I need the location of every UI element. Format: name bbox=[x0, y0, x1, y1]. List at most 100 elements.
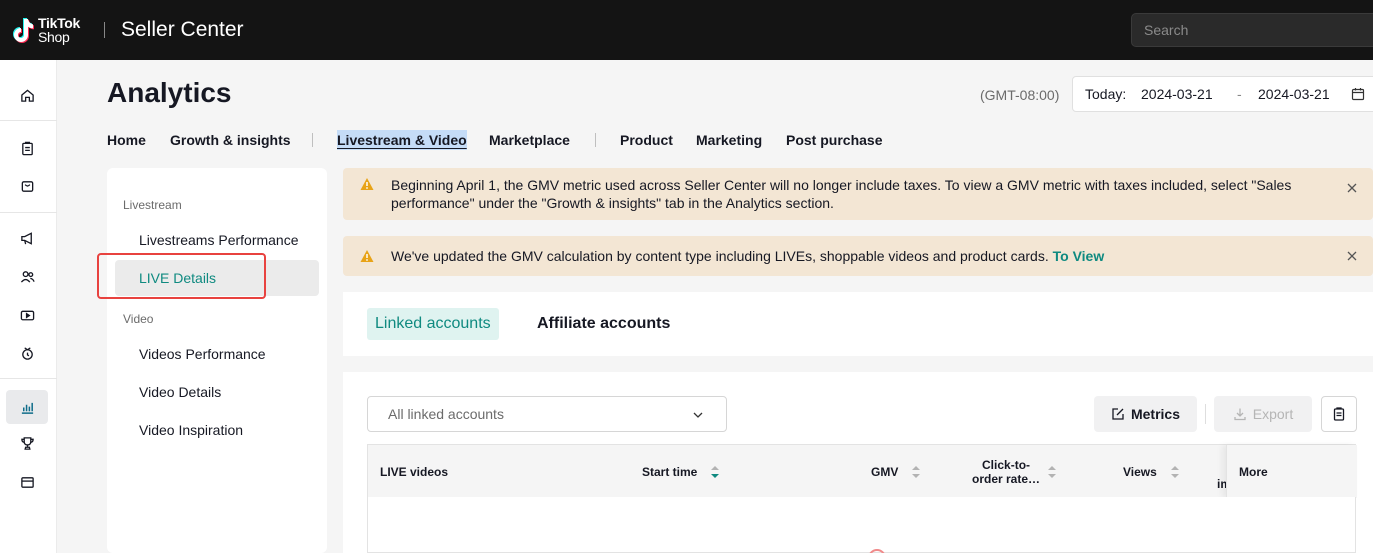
metrics-button[interactable]: Metrics bbox=[1094, 396, 1197, 432]
search-input[interactable] bbox=[1131, 13, 1373, 47]
close-icon[interactable] bbox=[1346, 250, 1358, 262]
close-icon[interactable] bbox=[1346, 182, 1358, 194]
col-live-videos: LIVE videos bbox=[380, 464, 449, 479]
col-start-time-label: Start time bbox=[642, 464, 698, 479]
group-label-livestream: Livestream bbox=[123, 198, 182, 212]
tab-post-purchase[interactable]: Post purchase bbox=[786, 130, 882, 150]
tiktok-logo-icon bbox=[13, 18, 34, 43]
account-select-value: All linked accounts bbox=[388, 406, 504, 422]
col-views-label: Views bbox=[1123, 464, 1157, 479]
col-start-time[interactable]: Start time bbox=[642, 445, 720, 498]
live-details-table-card: All linked accounts Metrics Export LIVE … bbox=[343, 372, 1373, 553]
rail-orders[interactable] bbox=[6, 131, 48, 165]
tab-linked-accounts[interactable]: Linked accounts bbox=[367, 308, 499, 340]
toolbar-divider bbox=[1205, 404, 1206, 424]
tab-home[interactable]: Home bbox=[107, 130, 146, 150]
gmv-tax-notice: Beginning April 1, the GMV metric used a… bbox=[343, 168, 1373, 220]
chevron-down-icon bbox=[693, 412, 703, 418]
export-label: Export bbox=[1252, 406, 1294, 422]
home-icon bbox=[20, 88, 34, 102]
sort-icon[interactable] bbox=[711, 465, 720, 478]
live-video-icon bbox=[20, 310, 34, 320]
finance-icon bbox=[20, 476, 34, 488]
trophy-icon bbox=[20, 436, 34, 450]
logo-line-2: Shop bbox=[38, 29, 70, 45]
app-title: Seller Center bbox=[121, 18, 244, 41]
export-button[interactable]: Export bbox=[1214, 396, 1312, 432]
col-more-label: More bbox=[1239, 464, 1268, 479]
sort-icon[interactable] bbox=[1170, 465, 1179, 478]
table-header: LIVE videos Start time GMV Click-to- ord… bbox=[367, 444, 1357, 498]
selection-highlight bbox=[97, 253, 266, 299]
rail-home[interactable] bbox=[6, 78, 48, 112]
date-end[interactable]: 2024-03-21 bbox=[1258, 77, 1330, 111]
icon-rail bbox=[0, 60, 57, 553]
tab-growth-insights[interactable]: Growth & insights bbox=[170, 130, 291, 150]
subnav-video-inspiration[interactable]: Video Inspiration bbox=[115, 412, 319, 448]
orders-icon bbox=[21, 141, 33, 155]
notice-text: We've updated the GMV calculation by con… bbox=[391, 248, 1049, 264]
tiktok-shop-logo[interactable]: TikTok Shop bbox=[8, 14, 90, 46]
analytics-icon bbox=[21, 402, 33, 414]
notice-text: Beginning April 1, the GMV metric used a… bbox=[391, 177, 1292, 211]
rail-live-video[interactable] bbox=[6, 298, 48, 332]
col-click-to-order-rate[interactable]: Click-to- order rate… bbox=[972, 445, 1057, 498]
tab-divider bbox=[595, 133, 596, 147]
sort-icon[interactable] bbox=[1048, 465, 1057, 478]
topbar-divider bbox=[104, 22, 105, 38]
date-start[interactable]: 2024-03-21 bbox=[1141, 77, 1213, 111]
subnav-video-details[interactable]: Video Details bbox=[115, 374, 319, 410]
col-gmv-label: GMV bbox=[871, 464, 899, 479]
edit-icon bbox=[1112, 408, 1124, 420]
rail-products[interactable] bbox=[6, 169, 48, 203]
tab-marketplace[interactable]: Marketplace bbox=[489, 130, 570, 150]
subnav-videos-performance[interactable]: Videos Performance bbox=[115, 336, 319, 372]
marketing-icon bbox=[20, 231, 32, 245]
rail-rewards[interactable] bbox=[6, 426, 48, 460]
rail-divider bbox=[0, 212, 57, 213]
tab-affiliate-accounts[interactable]: Affiliate accounts bbox=[529, 308, 678, 340]
sort-icon[interactable] bbox=[912, 465, 921, 478]
table-body bbox=[367, 497, 1356, 553]
tab-marketing[interactable]: Marketing bbox=[696, 130, 762, 150]
warning-icon bbox=[360, 178, 374, 190]
warning-icon bbox=[360, 250, 374, 262]
rail-divider bbox=[0, 378, 57, 379]
rail-divider bbox=[0, 120, 57, 121]
livestream-video-subnav: Livestream Livestreams Performance LIVE … bbox=[107, 168, 327, 553]
date-separator: - bbox=[1237, 86, 1242, 102]
group-label-video: Video bbox=[123, 312, 154, 326]
download-icon bbox=[1234, 408, 1246, 421]
gmv-update-notice: We've updated the GMV calculation by con… bbox=[343, 236, 1373, 276]
col-ctor-line2: order rate… bbox=[972, 471, 1041, 486]
rail-marketing[interactable] bbox=[6, 221, 48, 255]
col-more[interactable]: More bbox=[1226, 445, 1357, 498]
date-range-picker[interactable]: Today: 2024-03-21 - 2024-03-21 bbox=[1072, 76, 1373, 112]
rail-growth[interactable] bbox=[6, 336, 48, 370]
logo-line-1: TikTok bbox=[38, 15, 81, 31]
col-views[interactable]: Views bbox=[1123, 445, 1179, 498]
tab-divider bbox=[312, 133, 313, 147]
col-gmv[interactable]: GMV bbox=[871, 445, 921, 498]
products-icon bbox=[21, 180, 33, 192]
clipboard-icon bbox=[1333, 407, 1345, 421]
account-select[interactable]: All linked accounts bbox=[367, 396, 727, 432]
empty-state-icon bbox=[868, 549, 886, 553]
calendar-icon[interactable] bbox=[1351, 87, 1365, 101]
affiliate-icon bbox=[20, 270, 35, 283]
rail-finance[interactable] bbox=[6, 465, 48, 499]
tab-product[interactable]: Product bbox=[620, 130, 673, 150]
rail-analytics[interactable] bbox=[6, 390, 48, 424]
metrics-label: Metrics bbox=[1130, 406, 1181, 422]
growth-icon bbox=[21, 346, 33, 360]
col-ctor-line1: Click-to- bbox=[982, 457, 1031, 472]
to-view-link[interactable]: To View bbox=[1053, 248, 1105, 264]
page-title: Analytics bbox=[107, 77, 232, 108]
timezone-label: (GMT-08:00) bbox=[980, 87, 1060, 103]
export-history-button[interactable] bbox=[1321, 396, 1357, 432]
tab-livestream-video[interactable]: Livestream & Video bbox=[337, 130, 467, 150]
top-bar: TikTok Shop Seller Center bbox=[0, 0, 1373, 60]
account-type-tabs: Linked accounts Affiliate accounts bbox=[343, 292, 1373, 356]
date-label: Today: bbox=[1085, 86, 1127, 102]
rail-affiliate[interactable] bbox=[6, 259, 48, 293]
